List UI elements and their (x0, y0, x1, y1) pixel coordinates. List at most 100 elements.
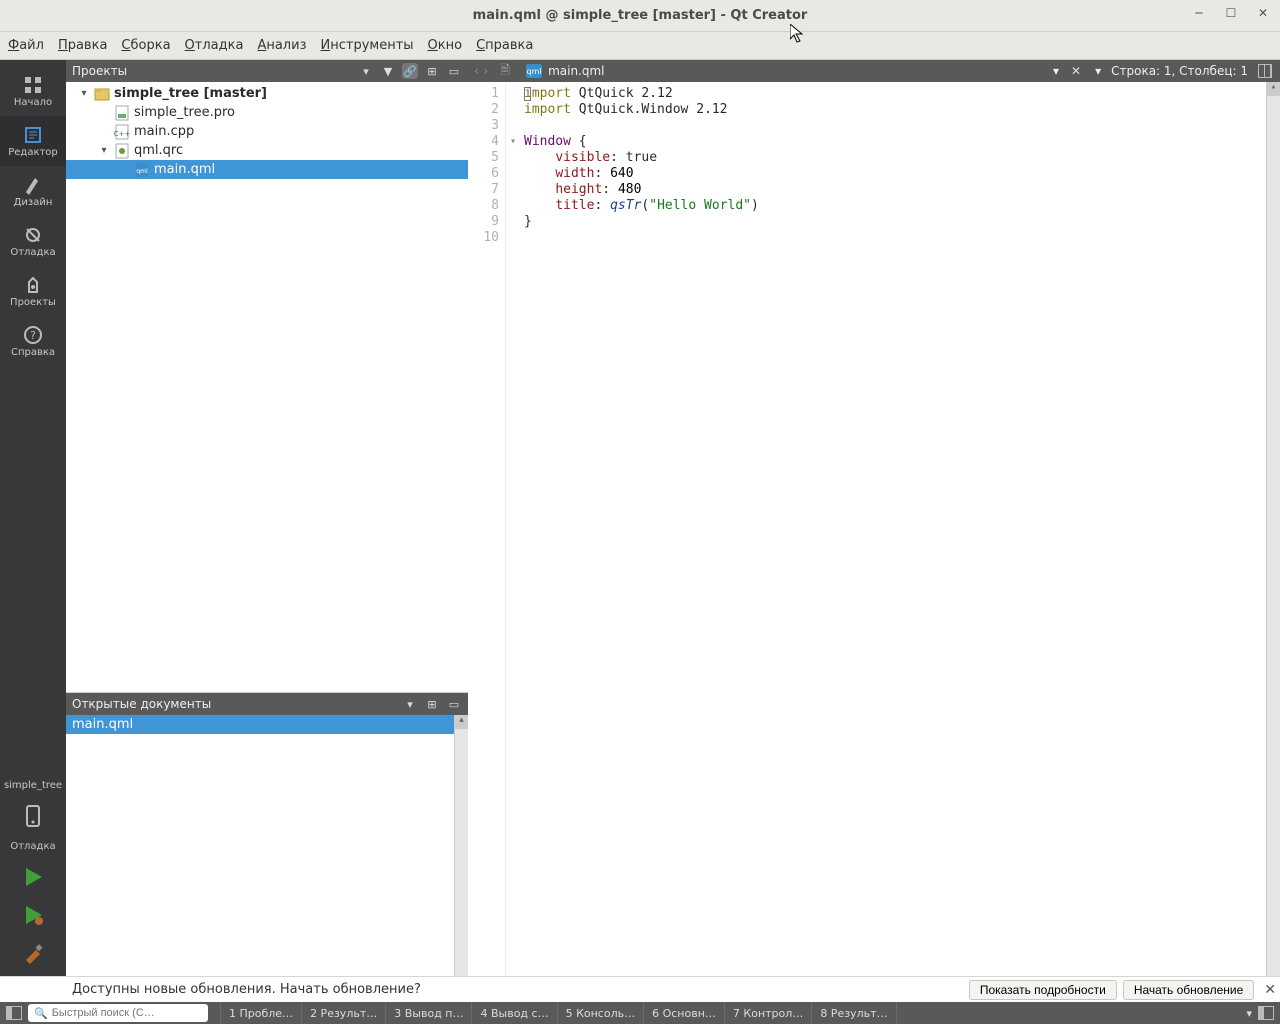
svg-text:C++: C++ (114, 130, 130, 138)
mode-edit[interactable]: Редактор (0, 116, 66, 166)
projects-icon (23, 275, 43, 295)
editor-tab[interactable]: qml main.qml (516, 64, 614, 78)
output-pane-tab[interactable]: 8 Результ… (811, 1002, 896, 1024)
minimize-icon[interactable]: ─ (1190, 4, 1208, 22)
start-update-button[interactable]: Начать обновление (1123, 980, 1254, 1000)
menu-правка[interactable]: Правка (58, 38, 107, 53)
output-pane-tab[interactable]: 3 Вывод п… (385, 1002, 471, 1024)
scrollbar[interactable]: ▴ (454, 715, 468, 976)
mode-debug[interactable]: Отладка (0, 216, 66, 266)
search-icon: 🔍 (34, 1007, 48, 1020)
output-pane-tab[interactable]: 2 Результ… (301, 1002, 385, 1024)
dropdown-icon[interactable]: ▾ (358, 63, 374, 79)
fold-column[interactable]: ▾ (506, 82, 520, 976)
outline-dropdown-icon[interactable]: ▾ (1095, 64, 1101, 78)
open-docs-list[interactable]: main.qml (66, 715, 454, 976)
run-button[interactable] (17, 861, 49, 893)
tree-label: simple_tree [master] (114, 86, 267, 101)
tree-label: simple_tree.pro (134, 105, 235, 120)
menu-отладка[interactable]: Отладка (185, 38, 244, 53)
menu-инструменты[interactable]: Инструменты (320, 38, 413, 53)
expand-arrow-icon[interactable]: ▾ (98, 145, 110, 156)
qml-file-icon: qml (134, 162, 150, 178)
debug-run-button[interactable] (17, 899, 49, 931)
mode-welcome[interactable]: Начало (0, 66, 66, 116)
menu-сборка[interactable]: Сборка (121, 38, 170, 53)
close-tab-icon[interactable]: ✕ (1065, 64, 1087, 78)
tree-label: main.qml (154, 162, 215, 177)
maximize-icon[interactable]: ☐ (1222, 4, 1240, 22)
kit-selector[interactable] (17, 800, 49, 832)
cpp-file-icon: C++ (114, 124, 130, 140)
split-editor-icon[interactable] (1258, 64, 1272, 78)
build-button[interactable] (17, 937, 49, 969)
menu-справка[interactable]: Справка (476, 38, 533, 53)
menu-окно[interactable]: Окно (428, 38, 463, 53)
nav-forward-icon[interactable]: › (483, 64, 488, 79)
scrollbar[interactable]: ▴ (1266, 82, 1280, 976)
add-split-icon[interactable]: ⊞ (424, 696, 440, 712)
window-title: main.qml @ simple_tree [master] - Qt Cre… (473, 8, 808, 23)
tree-row[interactable]: ▾ qml.qrc (66, 141, 468, 160)
toggle-sidebar-icon[interactable] (6, 1006, 22, 1020)
debug-icon (23, 225, 43, 245)
lock-icon[interactable]: 🗎 (494, 61, 516, 82)
collapse-icon[interactable]: ▭ (446, 696, 462, 712)
collapse-icon[interactable]: ▭ (446, 63, 462, 79)
menu-файл[interactable]: Файл (8, 38, 44, 53)
editor-toolbar: ‹ › 🗎 qml main.qml ▾ ✕ ▾ Строка: 1, Стол… (468, 60, 1280, 82)
kit-project-label: simple_tree (4, 780, 62, 791)
update-message: Доступны новые обновления. Начать обновл… (72, 982, 963, 997)
nav-back-icon[interactable]: ‹ (474, 64, 479, 79)
link-icon[interactable]: 🔗 (402, 63, 418, 79)
titlebar: main.qml @ simple_tree [master] - Qt Cre… (0, 0, 1280, 32)
output-pane-tab[interactable]: 1 Пробле… (220, 1002, 301, 1024)
project-tree[interactable]: ▾simple_tree [master]simple_tree.proC++m… (66, 82, 468, 692)
tree-row[interactable]: ▾ simple_tree [master] (66, 84, 468, 103)
dropdown-icon[interactable]: ▾ (1047, 64, 1065, 78)
cursor-position: Строка: 1, Столбец: 1 (1111, 64, 1248, 78)
line-number-gutter[interactable]: 12345678910 (468, 82, 506, 976)
svg-text:qml: qml (136, 168, 148, 175)
welcome-icon (23, 75, 43, 95)
project-icon (94, 86, 110, 102)
tree-label: qml.qrc (134, 143, 183, 158)
modes-sidebar: НачалоРедакторДизайнОтладкаПроекты?Справ… (0, 60, 66, 976)
output-pane-tab[interactable]: 4 Вывод с… (471, 1002, 556, 1024)
close-icon[interactable]: ✕ (1254, 4, 1272, 22)
tree-row[interactable]: C++main.cpp (66, 122, 468, 141)
output-pane-tab[interactable]: 5 Консоль… (557, 1002, 644, 1024)
mode-help[interactable]: ?Справка (0, 316, 66, 366)
mode-projects[interactable]: Проекты (0, 266, 66, 316)
open-docs-title: Открытые документы (72, 697, 211, 711)
locator-search[interactable]: 🔍 (28, 1004, 208, 1022)
filter-icon[interactable]: ▼ (380, 63, 396, 79)
dropdown-icon[interactable]: ▾ (1246, 1007, 1252, 1020)
show-details-button[interactable]: Показать подробности (969, 980, 1117, 1000)
expand-arrow-icon[interactable]: ▾ (78, 88, 90, 99)
pro-file-icon (114, 105, 130, 121)
editor-filename: main.qml (548, 64, 604, 78)
output-pane-tab[interactable]: 6 Основн… (643, 1002, 724, 1024)
locator-input[interactable] (52, 1007, 192, 1019)
svg-text:?: ? (30, 329, 36, 342)
update-notification: Доступны новые обновления. Начать обновл… (0, 976, 1280, 1002)
toggle-right-sidebar-icon[interactable] (1258, 1006, 1274, 1020)
projects-panel-header: Проекты ▾ ▼ 🔗 ⊞ ▭ (66, 60, 468, 82)
mode-design[interactable]: Дизайн (0, 166, 66, 216)
add-split-icon[interactable]: ⊞ (424, 63, 440, 79)
dropdown-icon[interactable]: ▾ (402, 696, 418, 712)
status-bar: 🔍 1 Пробле…2 Результ…3 Вывод п…4 Вывод с… (0, 1002, 1280, 1024)
open-docs-header: Открытые документы ▾ ⊞ ▭ (66, 693, 468, 715)
help-icon: ? (23, 325, 43, 345)
menu-анализ[interactable]: Анализ (257, 38, 306, 53)
edit-icon (23, 125, 43, 145)
close-icon[interactable]: ✕ (1264, 982, 1276, 998)
tree-row[interactable]: simple_tree.pro (66, 103, 468, 122)
open-doc-item[interactable]: main.qml (66, 715, 454, 734)
output-pane-tab[interactable]: 7 Контрол… (724, 1002, 811, 1024)
qrc-file-icon (114, 143, 130, 159)
tree-row[interactable]: qml main.qml (66, 160, 468, 179)
code-editor[interactable]: import QtQuick 2.12import QtQuick.Window… (520, 82, 1266, 976)
design-icon (23, 175, 43, 195)
